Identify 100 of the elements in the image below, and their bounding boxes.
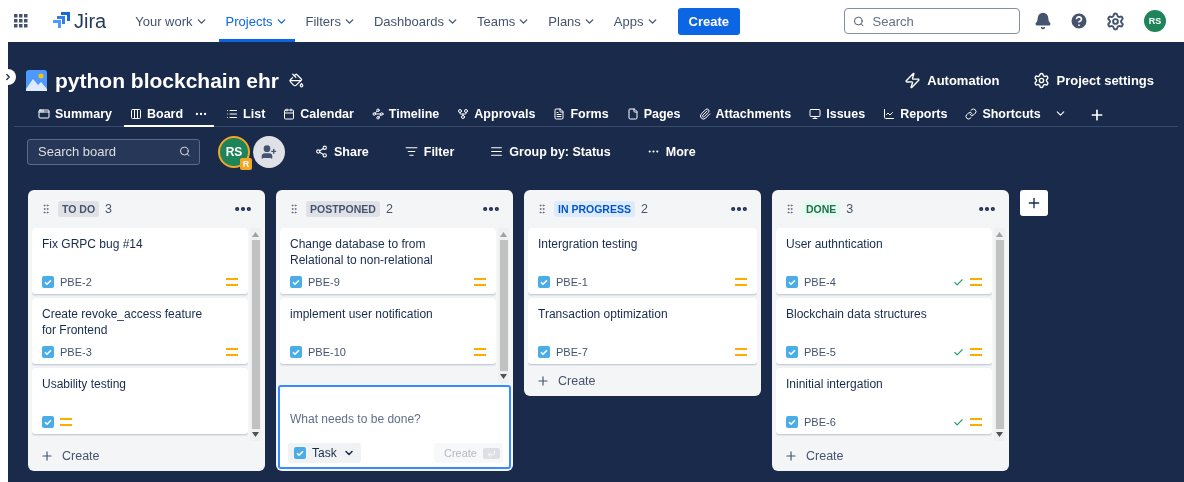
create-issue-button[interactable]: Create bbox=[32, 441, 261, 465]
drag-handle-icon[interactable] bbox=[288, 203, 300, 215]
nav-menu-item[interactable]: Plans bbox=[541, 0, 603, 42]
status-lozenge: DONE bbox=[802, 201, 841, 217]
project-tab[interactable]: Board bbox=[124, 102, 215, 127]
create-issue-button[interactable]: Create bbox=[528, 366, 757, 390]
header-action-button[interactable]: Automation bbox=[898, 71, 1006, 90]
status-lozenge: POSTPONED bbox=[306, 201, 380, 217]
project-tab[interactable]: Reports bbox=[877, 102, 954, 127]
add-people-button[interactable] bbox=[253, 135, 285, 168]
project-tab[interactable]: Issues bbox=[803, 102, 872, 127]
issue-card[interactable]: Create revoke_access feature for Frontend PBE-3 bbox=[32, 298, 248, 364]
issue-card[interactable]: implement user notification PBE-10 bbox=[280, 298, 496, 364]
calendar-icon bbox=[283, 107, 296, 120]
issue-title: Transaction optimization bbox=[538, 306, 669, 323]
issue-card[interactable]: Transaction optimization PBE-7 bbox=[528, 298, 757, 364]
issue-key: PBE-4 bbox=[804, 276, 947, 288]
product-name: Jira bbox=[74, 9, 107, 33]
lightning-icon bbox=[904, 72, 922, 89]
issue-type-dropdown[interactable]: Task bbox=[288, 443, 361, 463]
search-icon bbox=[179, 145, 191, 158]
issue-card[interactable]: Change database to from Relational to non-relational PBE-9 bbox=[280, 228, 496, 294]
scroll-down-icon[interactable] bbox=[996, 432, 1003, 437]
project-avatar-icon bbox=[26, 70, 47, 91]
project-tab[interactable]: Summary bbox=[32, 102, 118, 127]
toolbar-action-button[interactable]: Group by: Status bbox=[484, 143, 617, 160]
search-icon bbox=[853, 14, 865, 28]
project-tab[interactable]: Forms bbox=[547, 102, 615, 127]
issue-key: PBE-3 bbox=[60, 346, 220, 358]
issue-key: PBE-9 bbox=[308, 276, 468, 288]
issue-title: User authntication bbox=[786, 236, 884, 253]
drag-handle-icon[interactable] bbox=[40, 203, 52, 215]
filter-icon bbox=[404, 145, 418, 158]
nav-menu-item[interactable]: Dashboards bbox=[366, 0, 467, 42]
create-button[interactable]: Create bbox=[677, 7, 740, 35]
scroll-down-icon[interactable] bbox=[252, 432, 259, 437]
project-title: python blockchain ehr bbox=[55, 68, 280, 93]
nav-menu-item[interactable]: Teams bbox=[470, 0, 538, 42]
drag-handle-icon[interactable] bbox=[784, 203, 796, 215]
scroll-down-icon[interactable] bbox=[500, 374, 507, 379]
settings-icon bbox=[1033, 72, 1051, 89]
task-icon bbox=[786, 346, 798, 358]
toolbar-action-button[interactable]: Filter bbox=[398, 143, 461, 160]
user-avatar[interactable]: RS bbox=[1144, 10, 1166, 32]
issue-card[interactable]: Blockchain data structures PBE-5 bbox=[776, 298, 992, 364]
board-search-field[interactable]: Search board bbox=[27, 138, 200, 165]
task-icon bbox=[538, 346, 550, 358]
nav-menu-item[interactable]: Apps bbox=[606, 0, 666, 42]
issue-card[interactable]: User authntication PBE-4 bbox=[776, 228, 992, 294]
link-icon bbox=[965, 107, 978, 120]
monitor-icon bbox=[809, 107, 822, 120]
project-tab[interactable]: Attachments bbox=[692, 102, 798, 127]
search-field[interactable]: Search bbox=[844, 8, 1020, 34]
scrollbar[interactable] bbox=[498, 228, 509, 383]
nav-menu-item[interactable]: Your work bbox=[128, 0, 215, 42]
add-column-button[interactable] bbox=[1020, 190, 1048, 216]
summary-input[interactable]: What needs to be done? bbox=[288, 395, 503, 443]
enter-key-icon bbox=[483, 447, 500, 459]
issue-key: PBE-1 bbox=[556, 276, 729, 288]
issue-card[interactable]: Intergration testing PBE-1 bbox=[528, 228, 757, 294]
add-person-icon bbox=[261, 143, 277, 160]
create-issue-button[interactable]: Create bbox=[776, 441, 1005, 465]
task-icon bbox=[290, 276, 302, 288]
scrollbar[interactable] bbox=[250, 228, 261, 441]
toolbar-action-button[interactable]: More bbox=[640, 143, 702, 160]
priority-medium-icon bbox=[735, 347, 747, 357]
plus-icon bbox=[40, 449, 54, 463]
priority-medium-icon bbox=[970, 347, 982, 357]
board-search-input[interactable]: Search board bbox=[36, 143, 176, 160]
jira-logo-icon bbox=[52, 12, 70, 30]
priority-medium-icon bbox=[970, 417, 982, 427]
nav-menu-item[interactable]: Filters bbox=[298, 0, 363, 42]
priority-medium-icon bbox=[970, 277, 982, 287]
form-icon bbox=[553, 107, 566, 120]
toolbar-action-button[interactable]: Share bbox=[309, 143, 375, 160]
issue-card[interactable]: Usability testing bbox=[32, 368, 248, 434]
task-icon bbox=[290, 346, 302, 358]
project-tab[interactable]: Approvals bbox=[451, 102, 542, 127]
create-issue-form[interactable]: What needs to be done? Task Create bbox=[278, 385, 511, 469]
priority-medium-icon bbox=[226, 277, 238, 287]
lines-icon bbox=[490, 145, 504, 158]
task-icon bbox=[786, 276, 798, 288]
scrollbar[interactable] bbox=[994, 228, 1005, 441]
issue-card[interactable]: Ininitial intergation PBE-6 bbox=[776, 368, 992, 434]
issue-title: Blockchain data structures bbox=[786, 306, 928, 323]
paint-bucket-icon[interactable] bbox=[289, 73, 305, 88]
issue-count: 3 bbox=[846, 202, 854, 216]
project-tab[interactable]: Shortcuts bbox=[959, 102, 1073, 127]
search-input[interactable]: Search bbox=[870, 12, 1011, 30]
project-tab[interactable]: List bbox=[220, 102, 272, 127]
issue-key: PBE-10 bbox=[308, 346, 468, 358]
drag-handle-icon[interactable] bbox=[536, 203, 548, 215]
issue-card[interactable]: Fix GRPC bug #14 PBE-2 bbox=[32, 228, 248, 294]
header-action-button[interactable]: Project settings bbox=[1027, 71, 1160, 90]
user-avatar[interactable]: RS R bbox=[218, 135, 250, 168]
project-tab[interactable]: Calendar bbox=[277, 102, 360, 127]
project-tab[interactable]: Pages bbox=[620, 102, 687, 127]
plus-icon bbox=[784, 449, 798, 463]
project-tab[interactable]: Timeline bbox=[365, 102, 446, 127]
issue-title: implement user notification bbox=[290, 306, 434, 323]
